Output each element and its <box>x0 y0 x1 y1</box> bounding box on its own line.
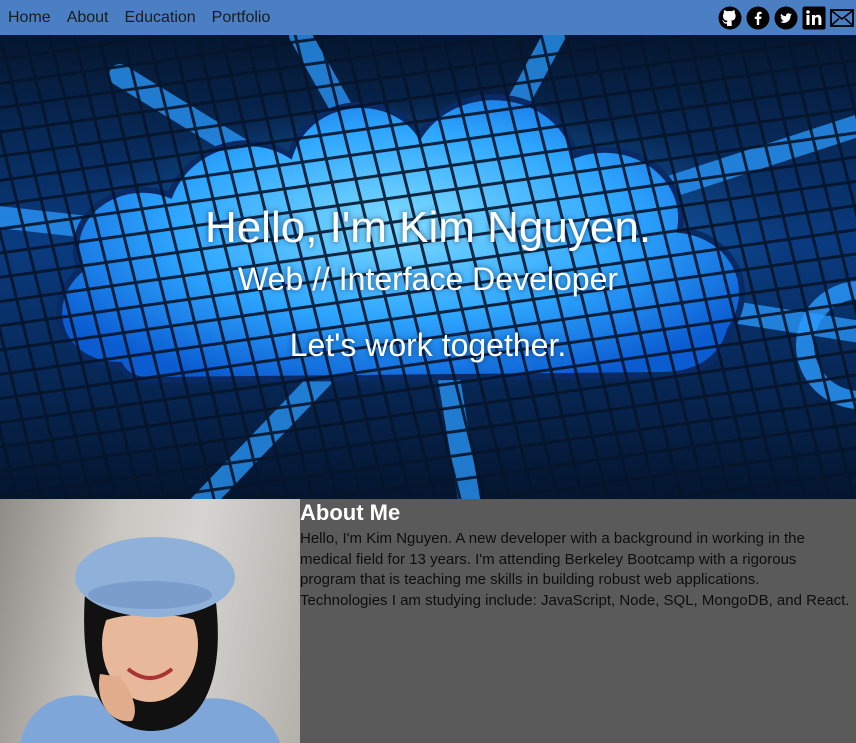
profile-photo <box>0 499 300 743</box>
hero-subtitle: Web // Interface Developer <box>237 261 619 297</box>
hero-title: Hello, I'm Kim Nguyen. <box>204 203 652 252</box>
twitter-icon[interactable] <box>774 6 798 30</box>
social-links <box>714 6 856 30</box>
github-icon[interactable] <box>718 6 742 30</box>
linkedin-icon[interactable] <box>802 6 826 30</box>
hero-banner: Hello, I'm Kim Nguyen. Web // Interface … <box>0 35 856 499</box>
nav-education-link[interactable]: Education <box>125 0 196 35</box>
mail-icon[interactable] <box>830 6 854 30</box>
nav-home-link[interactable]: Home <box>8 0 51 35</box>
nav-about-link[interactable]: About <box>67 0 109 35</box>
nav-links: Home About Education Portfolio <box>0 0 286 35</box>
nav-portfolio-link[interactable]: Portfolio <box>212 0 271 35</box>
about-heading: About Me <box>300 500 401 525</box>
about-section: About Me Hello, I'm Kim Nguyen. A new de… <box>0 499 856 743</box>
hero-cta-text: Let's work together. <box>289 327 567 363</box>
top-navbar: Home About Education Portfolio <box>0 0 856 35</box>
facebook-icon[interactable] <box>746 6 770 30</box>
about-body: Hello, I'm Kim Nguyen. A new developer w… <box>300 530 850 609</box>
